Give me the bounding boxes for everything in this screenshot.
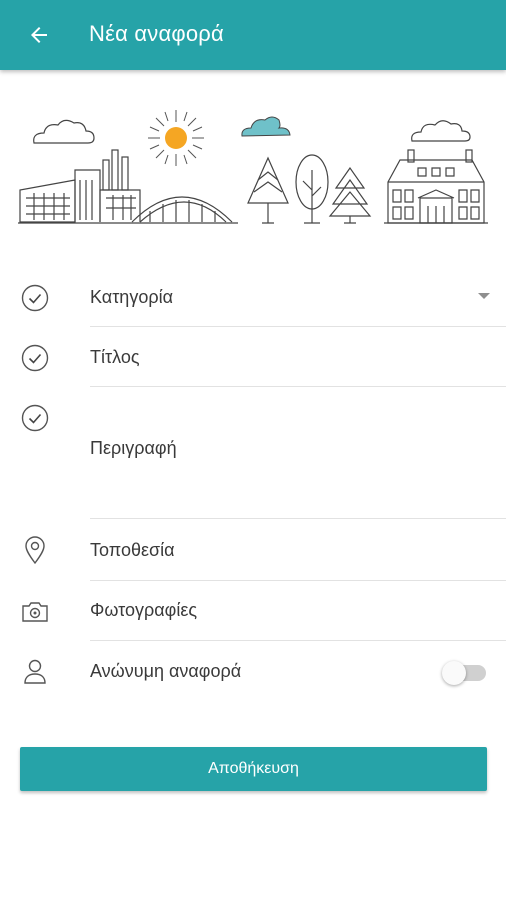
location-pin-icon bbox=[19, 534, 51, 566]
dropdown-arrow-icon[interactable] bbox=[478, 293, 490, 299]
divider bbox=[90, 386, 506, 387]
divider bbox=[90, 580, 506, 581]
building-icon bbox=[384, 149, 488, 224]
cloud-teal-icon bbox=[241, 116, 291, 137]
title-field[interactable]: Τίτλος bbox=[90, 347, 140, 368]
location-row[interactable]: Τοποθεσία bbox=[0, 534, 506, 582]
back-button[interactable] bbox=[22, 20, 56, 50]
photos-label: Φωτογραφίες bbox=[90, 600, 198, 620]
check-circle-icon bbox=[19, 342, 51, 374]
trees-icon bbox=[247, 154, 372, 224]
check-circle-icon bbox=[19, 402, 51, 434]
app-bar: Νέα αναφορά bbox=[0, 0, 506, 70]
category-label: Κατηγορία bbox=[90, 287, 173, 307]
camera-icon bbox=[19, 596, 51, 628]
cloud-icon bbox=[33, 119, 95, 144]
description-row[interactable]: Περιγραφή bbox=[0, 400, 506, 520]
divider bbox=[90, 518, 506, 519]
divider bbox=[90, 640, 506, 641]
arrow-left-icon bbox=[31, 27, 47, 43]
person-icon bbox=[19, 655, 51, 687]
category-row[interactable]: Κατηγορία bbox=[0, 280, 506, 328]
anonymous-label: Ανώνυμη αναφορά bbox=[90, 661, 242, 681]
factory-icon bbox=[18, 149, 238, 224]
check-circle-icon bbox=[19, 282, 51, 314]
description-field[interactable]: Περιγραφή bbox=[90, 438, 177, 459]
photos-row[interactable]: Φωτογραφίες bbox=[0, 594, 506, 642]
save-button[interactable]: Αποθήκευση bbox=[20, 747, 487, 791]
location-label: Τοποθεσία bbox=[90, 540, 175, 560]
anonymous-row: Ανώνυμη αναφορά bbox=[0, 655, 506, 695]
anonymous-toggle[interactable] bbox=[442, 661, 488, 685]
sun-icon bbox=[148, 110, 204, 166]
page-title: Νέα αναφορά bbox=[89, 21, 224, 46]
city-illustration bbox=[18, 110, 488, 224]
toggle-thumb bbox=[442, 661, 466, 685]
title-row[interactable]: Τίτλος bbox=[0, 340, 506, 388]
divider bbox=[90, 326, 506, 327]
